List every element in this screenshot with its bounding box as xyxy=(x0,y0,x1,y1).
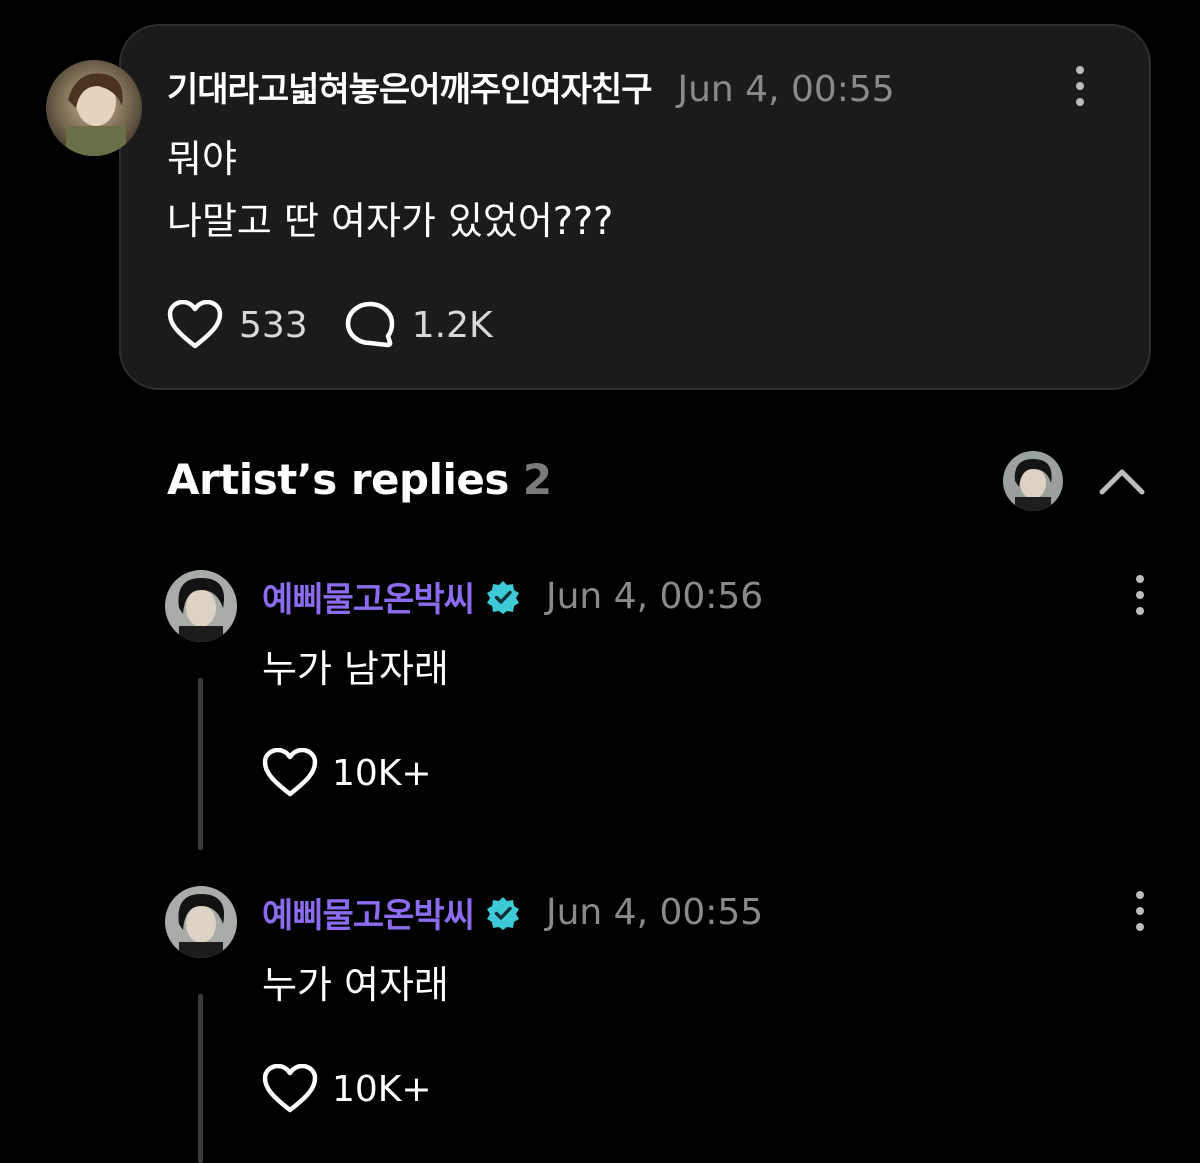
reply-author-avatar[interactable] xyxy=(165,570,237,642)
reply-author-name[interactable]: 예삐물고온박씨 xyxy=(262,888,475,937)
reply-header: 예삐물고온박씨 Jun 4, 00:56 xyxy=(262,572,763,621)
post-header: 기대라고넓혀놓은어깨주인여자친구 Jun 4, 00:55 xyxy=(167,62,895,111)
post-author-name[interactable]: 기대라고넓혀놓은어깨주인여자친구 xyxy=(167,62,652,111)
reply-like-count: 10K+ xyxy=(332,752,432,794)
reply-timestamp: Jun 4, 00:56 xyxy=(545,576,764,617)
post-text-line: 나말고 딴 여자가 있었어??? xyxy=(167,199,614,243)
thread-line xyxy=(198,678,203,850)
artist-replies-title: Artist’s replies xyxy=(167,455,509,504)
post-text: 뭐야 나말고 딴 여자가 있었어??? xyxy=(167,128,613,252)
heart-icon[interactable] xyxy=(262,1064,318,1114)
reply-like-count: 10K+ xyxy=(332,1068,432,1110)
verified-badge-icon xyxy=(486,580,520,614)
post-comment-count: 1.2K xyxy=(411,304,493,346)
artist-replies-header: Artist’s replies 2 xyxy=(167,455,552,504)
verified-badge-icon xyxy=(486,896,520,930)
post-actions: 533 1.2K xyxy=(167,300,493,350)
post-timestamp: Jun 4, 00:55 xyxy=(677,69,895,110)
thread-line xyxy=(198,994,203,1163)
reply-author-avatar[interactable] xyxy=(165,886,237,958)
reply-timestamp: Jun 4, 00:55 xyxy=(545,892,764,933)
reply-more-vertical-icon[interactable] xyxy=(1128,575,1152,615)
reply-text: 누가 남자래 xyxy=(262,647,449,691)
reply-more-vertical-icon[interactable] xyxy=(1128,891,1152,931)
heart-icon[interactable] xyxy=(262,748,318,798)
comment-thread-screen: 기대라고넓혀놓은어깨주인여자친구 Jun 4, 00:55 뭐야 나말고 딴 여… xyxy=(0,0,1200,1163)
artist-replies-count: 2 xyxy=(522,455,553,504)
reply-text: 누가 여자래 xyxy=(262,963,449,1007)
artist-avatar[interactable] xyxy=(1003,451,1063,511)
reply-author-name[interactable]: 예삐물고온박씨 xyxy=(262,572,475,621)
heart-icon[interactable] xyxy=(167,300,223,350)
reply-like: 10K+ xyxy=(262,748,432,798)
reply-header: 예삐물고온박씨 Jun 4, 00:55 xyxy=(262,888,763,937)
speech-bubble-icon[interactable] xyxy=(344,300,396,350)
chevron-up-icon[interactable] xyxy=(1098,462,1146,498)
post-author-avatar[interactable] xyxy=(46,60,142,156)
post-more-vertical-icon[interactable] xyxy=(1068,66,1092,106)
reply-like: 10K+ xyxy=(262,1064,432,1114)
post-like-count: 533 xyxy=(239,304,308,346)
post-text-line: 뭐야 xyxy=(167,137,237,181)
